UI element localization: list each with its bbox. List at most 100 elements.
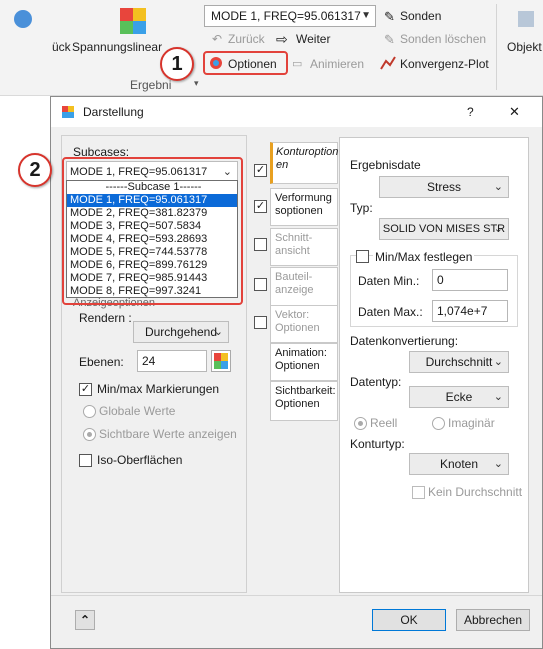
expand-button[interactable]: ⌃ bbox=[75, 610, 95, 630]
minmax-fixed-checkbox[interactable] bbox=[356, 250, 369, 263]
visible-values-label: Sichtbare Werte anzeigen bbox=[99, 427, 237, 441]
tab-animation-options[interactable]: Animation: Optionen bbox=[270, 343, 338, 381]
arrow-left-icon: ↶ bbox=[212, 32, 223, 46]
subcase-list-item[interactable]: MODE 2, FREQ=381.82379 bbox=[67, 207, 237, 220]
chevron-down-icon: ⌄ bbox=[493, 181, 503, 193]
tab-part-checkbox[interactable] bbox=[254, 278, 267, 291]
iso-surfaces-label: Iso-Oberflächen bbox=[97, 453, 183, 467]
ribbon: ück Spannungslinear Ergebni ▾ MODE 1, FR… bbox=[0, 0, 543, 96]
result-data-value: Stress bbox=[426, 180, 461, 194]
arrow-right-icon: ⇨ bbox=[276, 31, 288, 47]
chevron-down-icon: ⌄ bbox=[493, 356, 503, 368]
tab-part-display[interactable]: Bauteil- anzeige bbox=[270, 267, 338, 307]
tab-visibility-options[interactable]: Sichtbarkeit: Optionen bbox=[270, 381, 338, 421]
subcase-list-item[interactable]: MODE 1, FREQ=95.061317 bbox=[67, 194, 237, 207]
data-type-label: Datentyp: bbox=[350, 375, 402, 389]
real-label: Reell bbox=[370, 416, 398, 430]
subcase-list-item[interactable]: MODE 4, FREQ=593.28693 bbox=[67, 233, 237, 246]
probes-button[interactable]: Sonden bbox=[400, 9, 441, 23]
probe-delete-icon: ✎ bbox=[384, 32, 395, 47]
data-max-input[interactable]: 1,074e+7 bbox=[432, 300, 508, 322]
cancel-button[interactable]: Abbrechen bbox=[456, 609, 530, 631]
tab-contour-options[interactable]: Konturoption en bbox=[270, 142, 338, 184]
real-radio[interactable] bbox=[354, 417, 367, 430]
minmax-fixed-label: Min/Max festlegen bbox=[373, 250, 475, 264]
convergence-plot-button[interactable]: Konvergenz-Plot bbox=[400, 57, 489, 71]
subcase-list-item[interactable]: MODE 6, FREQ=899.76129 bbox=[67, 259, 237, 272]
ok-button[interactable]: OK bbox=[372, 609, 446, 631]
results-group-label: Ergebni bbox=[130, 78, 172, 92]
tab-deformation-options[interactable]: Verformung soptionen bbox=[270, 188, 338, 226]
film-icon: ▭ bbox=[292, 58, 303, 70]
group-expand-icon[interactable]: ▾ bbox=[194, 78, 199, 89]
back-partial-icon bbox=[12, 8, 34, 30]
tab-section-view[interactable]: Schnitt- ansicht bbox=[270, 228, 338, 266]
subcase-dropdown-list: ------Subcase 1------ MODE 1, FREQ=95.061… bbox=[66, 180, 238, 298]
result-data-select[interactable]: Stress ⌄ bbox=[379, 176, 509, 198]
subcase-list-item[interactable]: MODE 7, FREQ=985.91443 bbox=[67, 272, 237, 285]
bottom-divider bbox=[51, 595, 542, 596]
data-type-select[interactable]: Ecke ⌄ bbox=[409, 386, 509, 408]
subcase-list-item[interactable]: ------Subcase 1------ bbox=[67, 181, 237, 194]
type-select[interactable]: SOLID VON MISES STR ⌄ bbox=[379, 218, 509, 240]
mode-combo[interactable]: MODE 1, FREQ=95.061317 ▼ bbox=[204, 5, 376, 27]
probe-icon: ✎ bbox=[384, 9, 395, 24]
data-max-label: Daten Max.: bbox=[358, 305, 423, 319]
data-conversion-value: Durchschnitt bbox=[425, 355, 493, 369]
chevron-down-icon: ⌄ bbox=[493, 391, 503, 403]
dialog-title: Darstellung bbox=[83, 105, 144, 119]
object-partial-label[interactable]: Objekt bbox=[507, 40, 542, 54]
help-button[interactable]: ? bbox=[467, 105, 474, 119]
convergence-icon bbox=[380, 55, 396, 71]
type-label: Typ: bbox=[350, 201, 373, 215]
render-select-value: Durchgehend bbox=[144, 325, 218, 339]
contour-type-value: Knoten bbox=[439, 457, 479, 471]
ribbon-separator bbox=[496, 4, 497, 90]
back-button[interactable]: Zurück bbox=[228, 32, 265, 46]
contour-type-label: Konturtyp: bbox=[350, 437, 405, 451]
options-button[interactable]: Optionen bbox=[228, 57, 277, 71]
chevron-down-icon: ⌄ bbox=[493, 458, 503, 470]
forward-button[interactable]: Weiter bbox=[296, 32, 330, 46]
chevron-down-icon: ⌄ bbox=[213, 326, 223, 338]
subcase-list-item[interactable]: MODE 5, FREQ=744.53778 bbox=[67, 246, 237, 259]
tab-section-checkbox[interactable] bbox=[254, 238, 267, 251]
back-partial-label[interactable]: ück bbox=[52, 40, 71, 54]
tab-contour-checkbox[interactable]: ✓ bbox=[254, 164, 267, 177]
subcase-list-item[interactable]: MODE 8, FREQ=997.3241 bbox=[67, 285, 237, 297]
chevron-down-icon: ⌄ bbox=[493, 223, 503, 235]
stress-linear-button[interactable]: Spannungslinear bbox=[72, 40, 162, 54]
minmax-markers-checkbox[interactable]: ✓ bbox=[79, 383, 92, 396]
subcase-combo-value: MODE 1, FREQ=95.061317 bbox=[70, 166, 208, 178]
animate-button[interactable]: Animieren bbox=[310, 57, 364, 71]
data-conversion-select[interactable]: Durchschnitt ⌄ bbox=[409, 351, 509, 373]
layers-input[interactable]: 24 bbox=[137, 350, 207, 372]
delete-probes-button[interactable]: Sonden löschen bbox=[400, 32, 486, 46]
callout-1: 1 bbox=[160, 47, 194, 81]
chevron-down-icon: ⌄ bbox=[222, 166, 232, 178]
close-button[interactable]: ✕ bbox=[509, 104, 520, 120]
contour-type-select[interactable]: Knoten ⌄ bbox=[409, 453, 509, 475]
minmax-markers-label: Min/max Markierungen bbox=[97, 382, 220, 396]
imaginary-label: Imaginär bbox=[448, 416, 495, 430]
tab-vector-checkbox[interactable] bbox=[254, 316, 267, 329]
object-partial-icon bbox=[515, 8, 537, 30]
dialog-app-icon bbox=[61, 105, 75, 119]
callout-2: 2 bbox=[18, 153, 52, 187]
tab-deformation-checkbox[interactable]: ✓ bbox=[254, 200, 267, 213]
visible-values-radio[interactable] bbox=[83, 428, 96, 441]
no-average-checkbox[interactable] bbox=[412, 486, 425, 499]
data-min-input[interactable]: 0 bbox=[432, 269, 508, 291]
chevron-down-icon: ▼ bbox=[361, 10, 371, 21]
result-data-label: Ergebnisdate bbox=[350, 158, 421, 172]
options-icon bbox=[209, 56, 223, 70]
global-values-radio[interactable] bbox=[83, 405, 96, 418]
type-value: SOLID VON MISES STR bbox=[382, 223, 506, 235]
layers-label: Ebenen: bbox=[79, 355, 124, 369]
color-palette-icon[interactable] bbox=[211, 350, 231, 372]
subcase-list-item[interactable]: MODE 3, FREQ=507.5834 bbox=[67, 220, 237, 233]
iso-surfaces-checkbox[interactable] bbox=[79, 454, 92, 467]
imaginary-radio[interactable] bbox=[432, 417, 445, 430]
render-select[interactable]: Durchgehend ⌄ bbox=[133, 321, 229, 343]
tab-vector-options[interactable]: Vektor: Optionen bbox=[270, 305, 338, 343]
